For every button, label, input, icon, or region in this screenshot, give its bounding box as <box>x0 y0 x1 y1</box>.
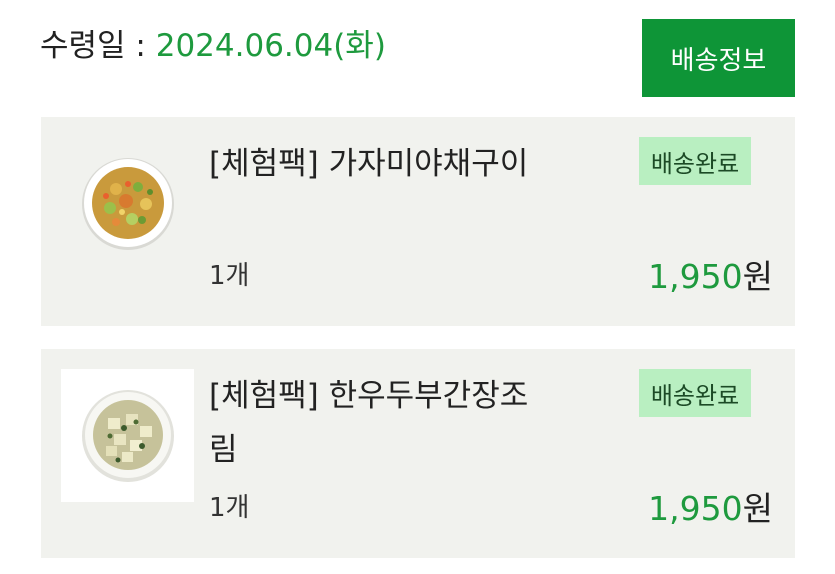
price-amount: 1,950 <box>648 257 743 296</box>
order-item[interactable]: [체험팩] 한우두부간장조림 1개 배송완료 1,950원 <box>41 349 795 558</box>
product-name: [체험팩] 가자미야채구이 <box>209 146 529 182</box>
price-amount: 1,950 <box>648 489 743 528</box>
status-badge: 배송완료 <box>639 137 751 185</box>
vegetable-bowl-icon <box>81 157 174 250</box>
status-badge: 배송완료 <box>639 369 751 417</box>
product-image <box>61 137 194 270</box>
product-image <box>61 369 194 502</box>
order-item[interactable]: [체험팩] 가자미야채구이 1개 배송완료 1,950원 <box>41 117 795 326</box>
price-currency: 원 <box>742 489 773 528</box>
price-currency: 원 <box>742 257 773 296</box>
quantity: 1개 <box>209 493 250 523</box>
pickup-date-value: 2024.06.04(화) <box>155 28 386 64</box>
pickup-date-label: 수령일 : <box>40 28 156 64</box>
tofu-bowl-icon <box>81 389 174 482</box>
price: 1,950원 <box>648 482 773 530</box>
quantity: 1개 <box>209 261 250 291</box>
product-name: [체험팩] 한우두부간장조림 <box>209 378 529 468</box>
pickup-date: 수령일 : 2024.06.04(화) <box>40 24 386 68</box>
price: 1,950원 <box>648 250 773 298</box>
shipping-info-button[interactable]: 배송정보 <box>642 19 795 97</box>
